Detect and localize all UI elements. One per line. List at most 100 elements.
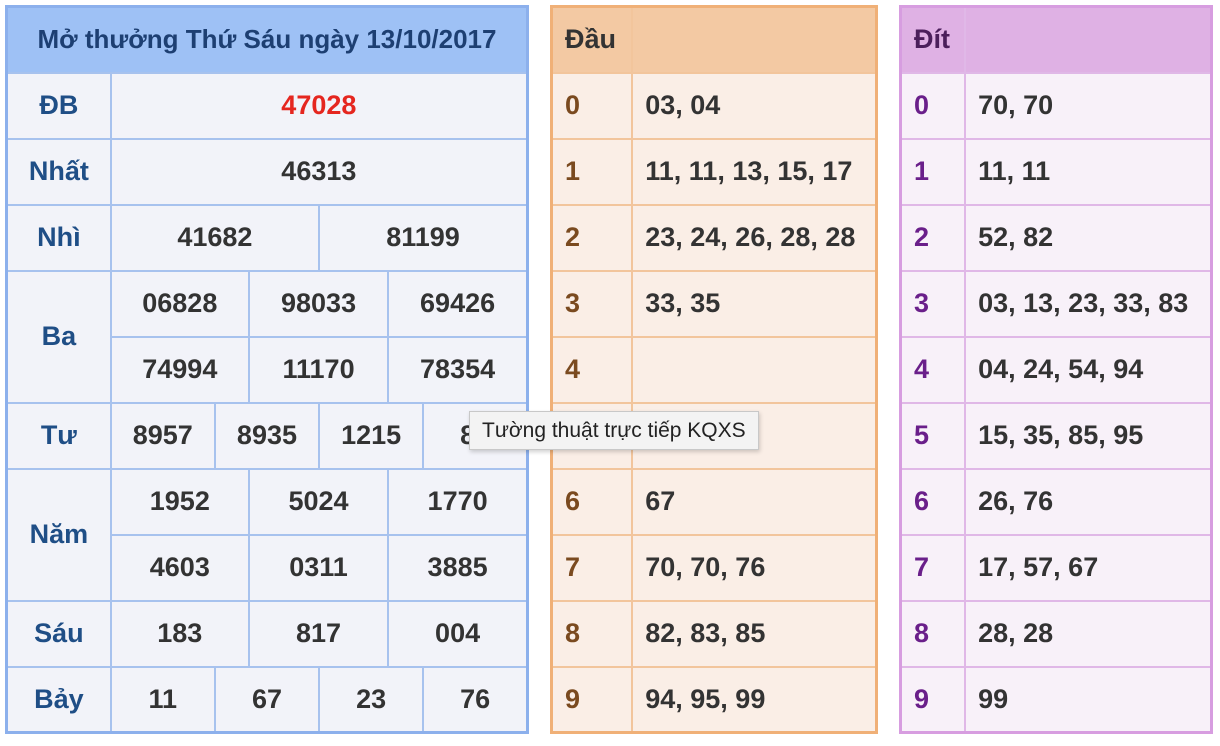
prize-row-nhat: Nhất 46313	[5, 137, 529, 206]
dau-key: 2	[550, 203, 634, 272]
dit-key: 0	[899, 71, 967, 140]
dau-key: 4	[550, 335, 634, 404]
dit-table: Đít 0 70, 70 1 11, 11 2 52, 82 3 03, 13, 23,…	[899, 5, 1213, 734]
prize-number: 74994	[109, 335, 250, 404]
prize-number: 46313	[109, 137, 529, 206]
prize-number: 78354	[387, 335, 529, 404]
prize-label: Tư	[5, 401, 112, 470]
dau-row: 2 23, 24, 26, 28, 28	[550, 203, 878, 272]
dau-value: 03, 04	[631, 71, 878, 140]
dau-key: 3	[550, 269, 634, 338]
prize-number: 8957	[109, 401, 216, 470]
dau-value: 11, 11, 13, 15, 17	[631, 137, 878, 206]
prize-row-nhi: Nhì 41682 81199	[5, 203, 529, 272]
prize-number: 0311	[247, 533, 390, 602]
dau-row: 3 33, 35	[550, 269, 878, 338]
dit-key: 6	[899, 467, 967, 536]
dit-key: 3	[899, 269, 967, 338]
prize-row-tu: Tư 8957 8935 1215 82	[5, 401, 529, 470]
dau-value: 23, 24, 26, 28, 28	[631, 203, 878, 272]
dit-value: 28, 28	[964, 599, 1213, 668]
tooltip: Tường thuật trực tiếp KQXS	[469, 411, 759, 450]
dau-value: 94, 95, 99	[631, 665, 878, 734]
dau-key: 7	[550, 533, 634, 602]
dit-key: 4	[899, 335, 967, 404]
prize-row-bay: Bảy 11 67 23 76	[5, 665, 529, 734]
dit-value: 52, 82	[964, 203, 1213, 272]
dit-value: 15, 35, 85, 95	[964, 401, 1213, 470]
prize-number: 81199	[318, 203, 529, 272]
dau-row: 0 03, 04	[550, 71, 878, 140]
prize-row-db: ĐB 47028	[5, 71, 529, 140]
dit-value: 17, 57, 67	[964, 533, 1213, 602]
prize-number: 004	[387, 599, 529, 668]
prize-number: 41682	[109, 203, 321, 272]
prize-number: 76	[422, 665, 529, 734]
prize-label: Ba	[5, 269, 112, 404]
dit-row: 0 70, 70	[899, 71, 1213, 140]
prize-number: 1952	[109, 467, 250, 536]
dau-row: 4	[550, 335, 878, 404]
dau-row: 7 70, 70, 76	[550, 533, 878, 602]
dit-key: 9	[899, 665, 967, 734]
dit-key: 1	[899, 137, 967, 206]
prize-number: 1215	[318, 401, 425, 470]
dau-row: 8 82, 83, 85	[550, 599, 878, 668]
prize-number: 06828	[109, 269, 250, 338]
prize-label: Sáu	[5, 599, 112, 668]
dau-value	[631, 335, 878, 404]
prize-number: 5024	[247, 467, 390, 536]
dit-row: 3 03, 13, 23, 33, 83	[899, 269, 1213, 338]
dau-table: Đầu 0 03, 04 1 11, 11, 13, 15, 17 2 23, 24,…	[550, 5, 878, 734]
prize-number: 817	[247, 599, 390, 668]
dit-value: 70, 70	[964, 71, 1213, 140]
dit-row: 5 15, 35, 85, 95	[899, 401, 1213, 470]
prize-row-ba: Ba 06828 98033 69426	[5, 269, 529, 404]
dau-key: 8	[550, 599, 634, 668]
prize-number: 4603	[109, 533, 250, 602]
dau-key: 0	[550, 71, 634, 140]
prize-label: Bảy	[5, 665, 112, 734]
dit-key: 5	[899, 401, 967, 470]
prize-number: 183	[109, 599, 250, 668]
prize-number: 69426	[387, 269, 529, 338]
dit-header-blank	[964, 5, 1213, 74]
prize-label: ĐB	[5, 71, 112, 140]
dau-value: 33, 35	[631, 269, 878, 338]
dau-row: 1 11, 11, 13, 15, 17	[550, 137, 878, 206]
prize-number: 23	[318, 665, 425, 734]
prize-row-sau: Sáu 183 817 004	[5, 599, 529, 668]
dit-value: 26, 76	[964, 467, 1213, 536]
results-title: Mở thưởng Thứ Sáu ngày 13/10/2017	[5, 5, 529, 74]
dit-value: 03, 13, 23, 33, 83	[964, 269, 1213, 338]
dit-row: 9 99	[899, 665, 1213, 734]
prize-number: 8935	[213, 401, 321, 470]
dit-row: 8 28, 28	[899, 599, 1213, 668]
dit-key: 2	[899, 203, 967, 272]
dau-value: 67	[631, 467, 878, 536]
dau-header: Đầu	[550, 5, 634, 74]
dit-row: 1 11, 11	[899, 137, 1213, 206]
prize-number: 11170	[247, 335, 390, 404]
prize-number: 1770	[387, 467, 529, 536]
prize-number: 67	[213, 665, 321, 734]
dit-key: 8	[899, 599, 967, 668]
dit-value: 11, 11	[964, 137, 1213, 206]
dit-row: 7 17, 57, 67	[899, 533, 1213, 602]
prize-number: 98033	[247, 269, 390, 338]
dau-key: 1	[550, 137, 634, 206]
dau-key: 6	[550, 467, 634, 536]
prize-number: 11	[109, 665, 216, 734]
dit-value: 99	[964, 665, 1213, 734]
dit-value: 04, 24, 54, 94	[964, 335, 1213, 404]
dau-header-blank	[631, 5, 878, 74]
special-prize-number: 47028	[109, 71, 529, 140]
dit-key: 7	[899, 533, 967, 602]
results-table: Mở thưởng Thứ Sáu ngày 13/10/2017 ĐB 470…	[5, 5, 529, 734]
dit-row: 4 04, 24, 54, 94	[899, 335, 1213, 404]
prize-label: Năm	[5, 467, 112, 602]
dau-key: 9	[550, 665, 634, 734]
dau-value: 70, 70, 76	[631, 533, 878, 602]
dau-row: 6 67	[550, 467, 878, 536]
dau-value: 82, 83, 85	[631, 599, 878, 668]
